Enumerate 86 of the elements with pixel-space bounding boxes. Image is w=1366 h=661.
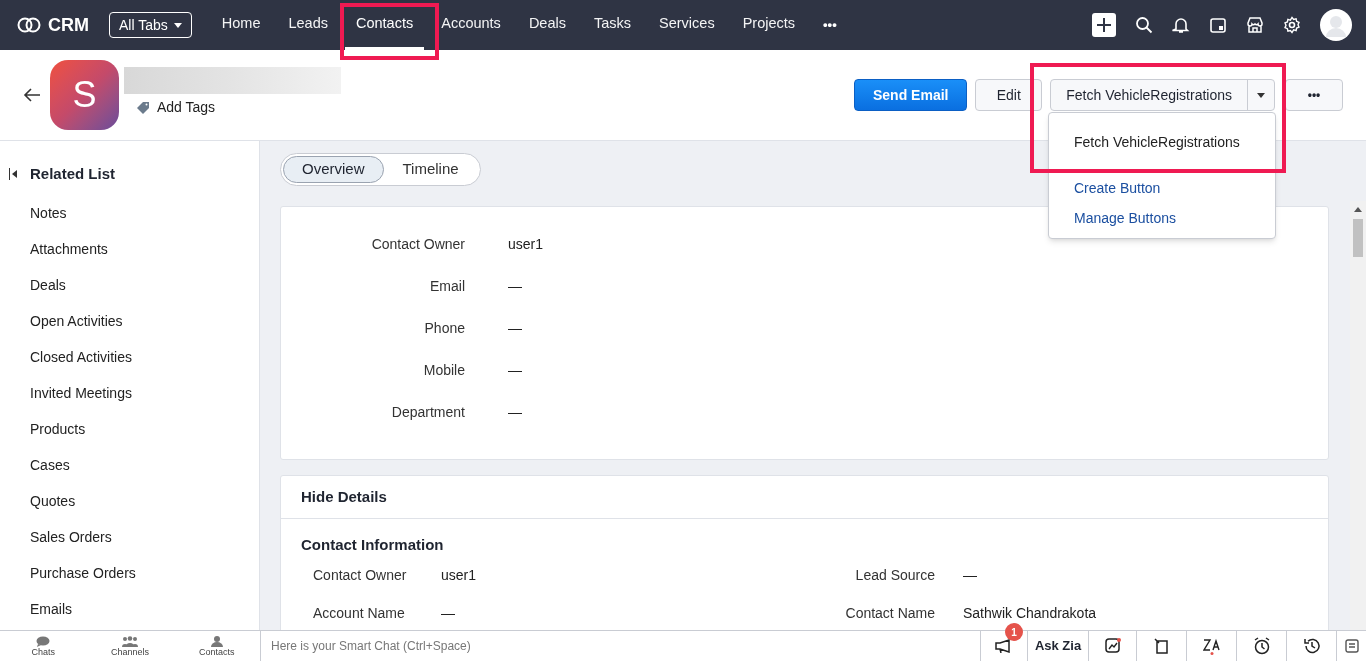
scrollbar-thumb[interactable] bbox=[1353, 219, 1363, 257]
document-icon[interactable] bbox=[1344, 639, 1359, 653]
more-actions-button[interactable]: ••• bbox=[1285, 79, 1343, 111]
calendar-icon[interactable] bbox=[1209, 16, 1227, 34]
field-label: Lead Source bbox=[854, 566, 935, 585]
related-list-item[interactable]: Invited Meetings bbox=[30, 383, 132, 404]
nav-tab[interactable]: Tasks bbox=[582, 0, 643, 50]
related-list-item[interactable]: Notes bbox=[30, 203, 67, 224]
chart-icon[interactable] bbox=[1104, 638, 1121, 654]
field-label: Account Name bbox=[313, 604, 406, 623]
field-value: user1 bbox=[441, 566, 477, 585]
field-value: — bbox=[508, 361, 522, 380]
add-tags-link[interactable]: Add Tags bbox=[157, 97, 216, 118]
related-list-item[interactable]: Open Activities bbox=[30, 311, 123, 332]
nav-tab[interactable]: Services bbox=[648, 0, 726, 50]
edit-button[interactable]: Edit bbox=[975, 79, 1043, 111]
section-heading: Contact Information bbox=[301, 536, 444, 553]
nav-tab[interactable]: Projects bbox=[731, 0, 807, 50]
nav-tab[interactable]: Home bbox=[210, 0, 272, 50]
related-list-item[interactable]: Deals bbox=[30, 275, 66, 296]
bottom-tab[interactable]: Chats bbox=[0, 631, 87, 661]
caret-icon bbox=[173, 22, 182, 28]
field-value: — bbox=[963, 566, 977, 585]
bottom-tab[interactable]: Contacts bbox=[173, 631, 260, 661]
caret-icon bbox=[1257, 92, 1265, 98]
nav-tab[interactable]: Leads bbox=[277, 0, 339, 50]
field-label: Email bbox=[429, 277, 465, 296]
more-tabs-button[interactable]: ••• bbox=[823, 15, 837, 35]
menu-item[interactable]: Create Button bbox=[1074, 178, 1161, 199]
settings-icon[interactable] bbox=[1283, 16, 1301, 34]
notification-bell-icon[interactable] bbox=[1172, 16, 1190, 34]
field-value: — bbox=[508, 403, 522, 422]
view-tab[interactable]: Timeline bbox=[383, 156, 478, 183]
history-icon[interactable] bbox=[1302, 637, 1321, 655]
alarm-clock-icon[interactable] bbox=[1252, 637, 1271, 655]
related-list-item[interactable]: Purchase Orders bbox=[30, 563, 136, 584]
nav-tab[interactable]: Contacts bbox=[345, 0, 425, 50]
field-value: Sathwik Chandrakota bbox=[963, 604, 1097, 623]
nav-tab[interactable]: Accounts bbox=[430, 0, 512, 50]
collapse-icon[interactable] bbox=[9, 168, 18, 181]
related-list-item[interactable]: Sales Orders bbox=[30, 527, 112, 548]
hide-details-link[interactable]: Hide Details bbox=[301, 485, 387, 509]
ask-zia-button[interactable]: Ask Zia bbox=[1027, 631, 1088, 661]
field-label: Contact Owner bbox=[370, 235, 465, 254]
related-list-item[interactable]: Attachments bbox=[30, 239, 108, 260]
contact-avatar: S bbox=[50, 60, 119, 130]
view-tab[interactable]: Overview bbox=[283, 156, 384, 183]
chat-bubble-icon bbox=[36, 635, 51, 647]
menu-item[interactable]: Manage Buttons bbox=[1074, 208, 1176, 229]
person-icon bbox=[210, 635, 223, 647]
note-icon[interactable] bbox=[1153, 637, 1170, 655]
app-name: CRM bbox=[48, 13, 89, 37]
nav-tab[interactable]: Deals bbox=[517, 0, 577, 50]
field-value: — bbox=[508, 319, 522, 338]
scroll-up-icon[interactable] bbox=[1354, 207, 1362, 212]
add-button[interactable] bbox=[1092, 13, 1116, 37]
related-list-item[interactable]: Products bbox=[30, 419, 86, 440]
all-tabs-button[interactable]: All Tabs bbox=[109, 12, 192, 38]
related-list-item[interactable]: Emails bbox=[30, 599, 72, 620]
field-value: — bbox=[441, 604, 455, 623]
user-avatar-icon[interactable] bbox=[1320, 9, 1352, 41]
related-list-title: Related List bbox=[30, 164, 116, 184]
related-list-item[interactable]: Quotes bbox=[30, 491, 76, 512]
smart-chat-field[interactable]: Here is your Smart Chat (Ctrl+Space) bbox=[271, 637, 471, 655]
field-label: Department bbox=[390, 403, 465, 422]
bottom-tab[interactable]: Channels bbox=[86, 631, 174, 661]
related-list-item[interactable]: Closed Activities bbox=[30, 347, 132, 368]
menu-item[interactable]: Fetch VehicleRegistrations bbox=[1074, 132, 1240, 153]
field-label: Contact Owner bbox=[313, 566, 408, 585]
megaphone-icon[interactable] bbox=[995, 639, 1013, 653]
field-label: Contact Name bbox=[844, 604, 935, 623]
related-list-item[interactable]: Cases bbox=[30, 455, 70, 476]
field-value: — bbox=[508, 277, 522, 296]
back-arrow-icon[interactable] bbox=[23, 87, 41, 103]
send-email-button[interactable]: Send Email bbox=[854, 79, 968, 111]
field-label: Phone bbox=[423, 319, 465, 338]
plus-icon bbox=[1096, 17, 1112, 33]
tag-icon[interactable] bbox=[136, 100, 150, 115]
field-label: Mobile bbox=[422, 361, 465, 380]
search-icon[interactable] bbox=[1135, 16, 1153, 34]
group-icon bbox=[122, 635, 138, 647]
notification-badge: 1 bbox=[1005, 623, 1023, 641]
store-icon[interactable] bbox=[1246, 16, 1264, 34]
field-value: user1 bbox=[508, 235, 544, 254]
crm-logo-icon bbox=[17, 17, 41, 33]
translate-icon[interactable] bbox=[1202, 637, 1221, 655]
